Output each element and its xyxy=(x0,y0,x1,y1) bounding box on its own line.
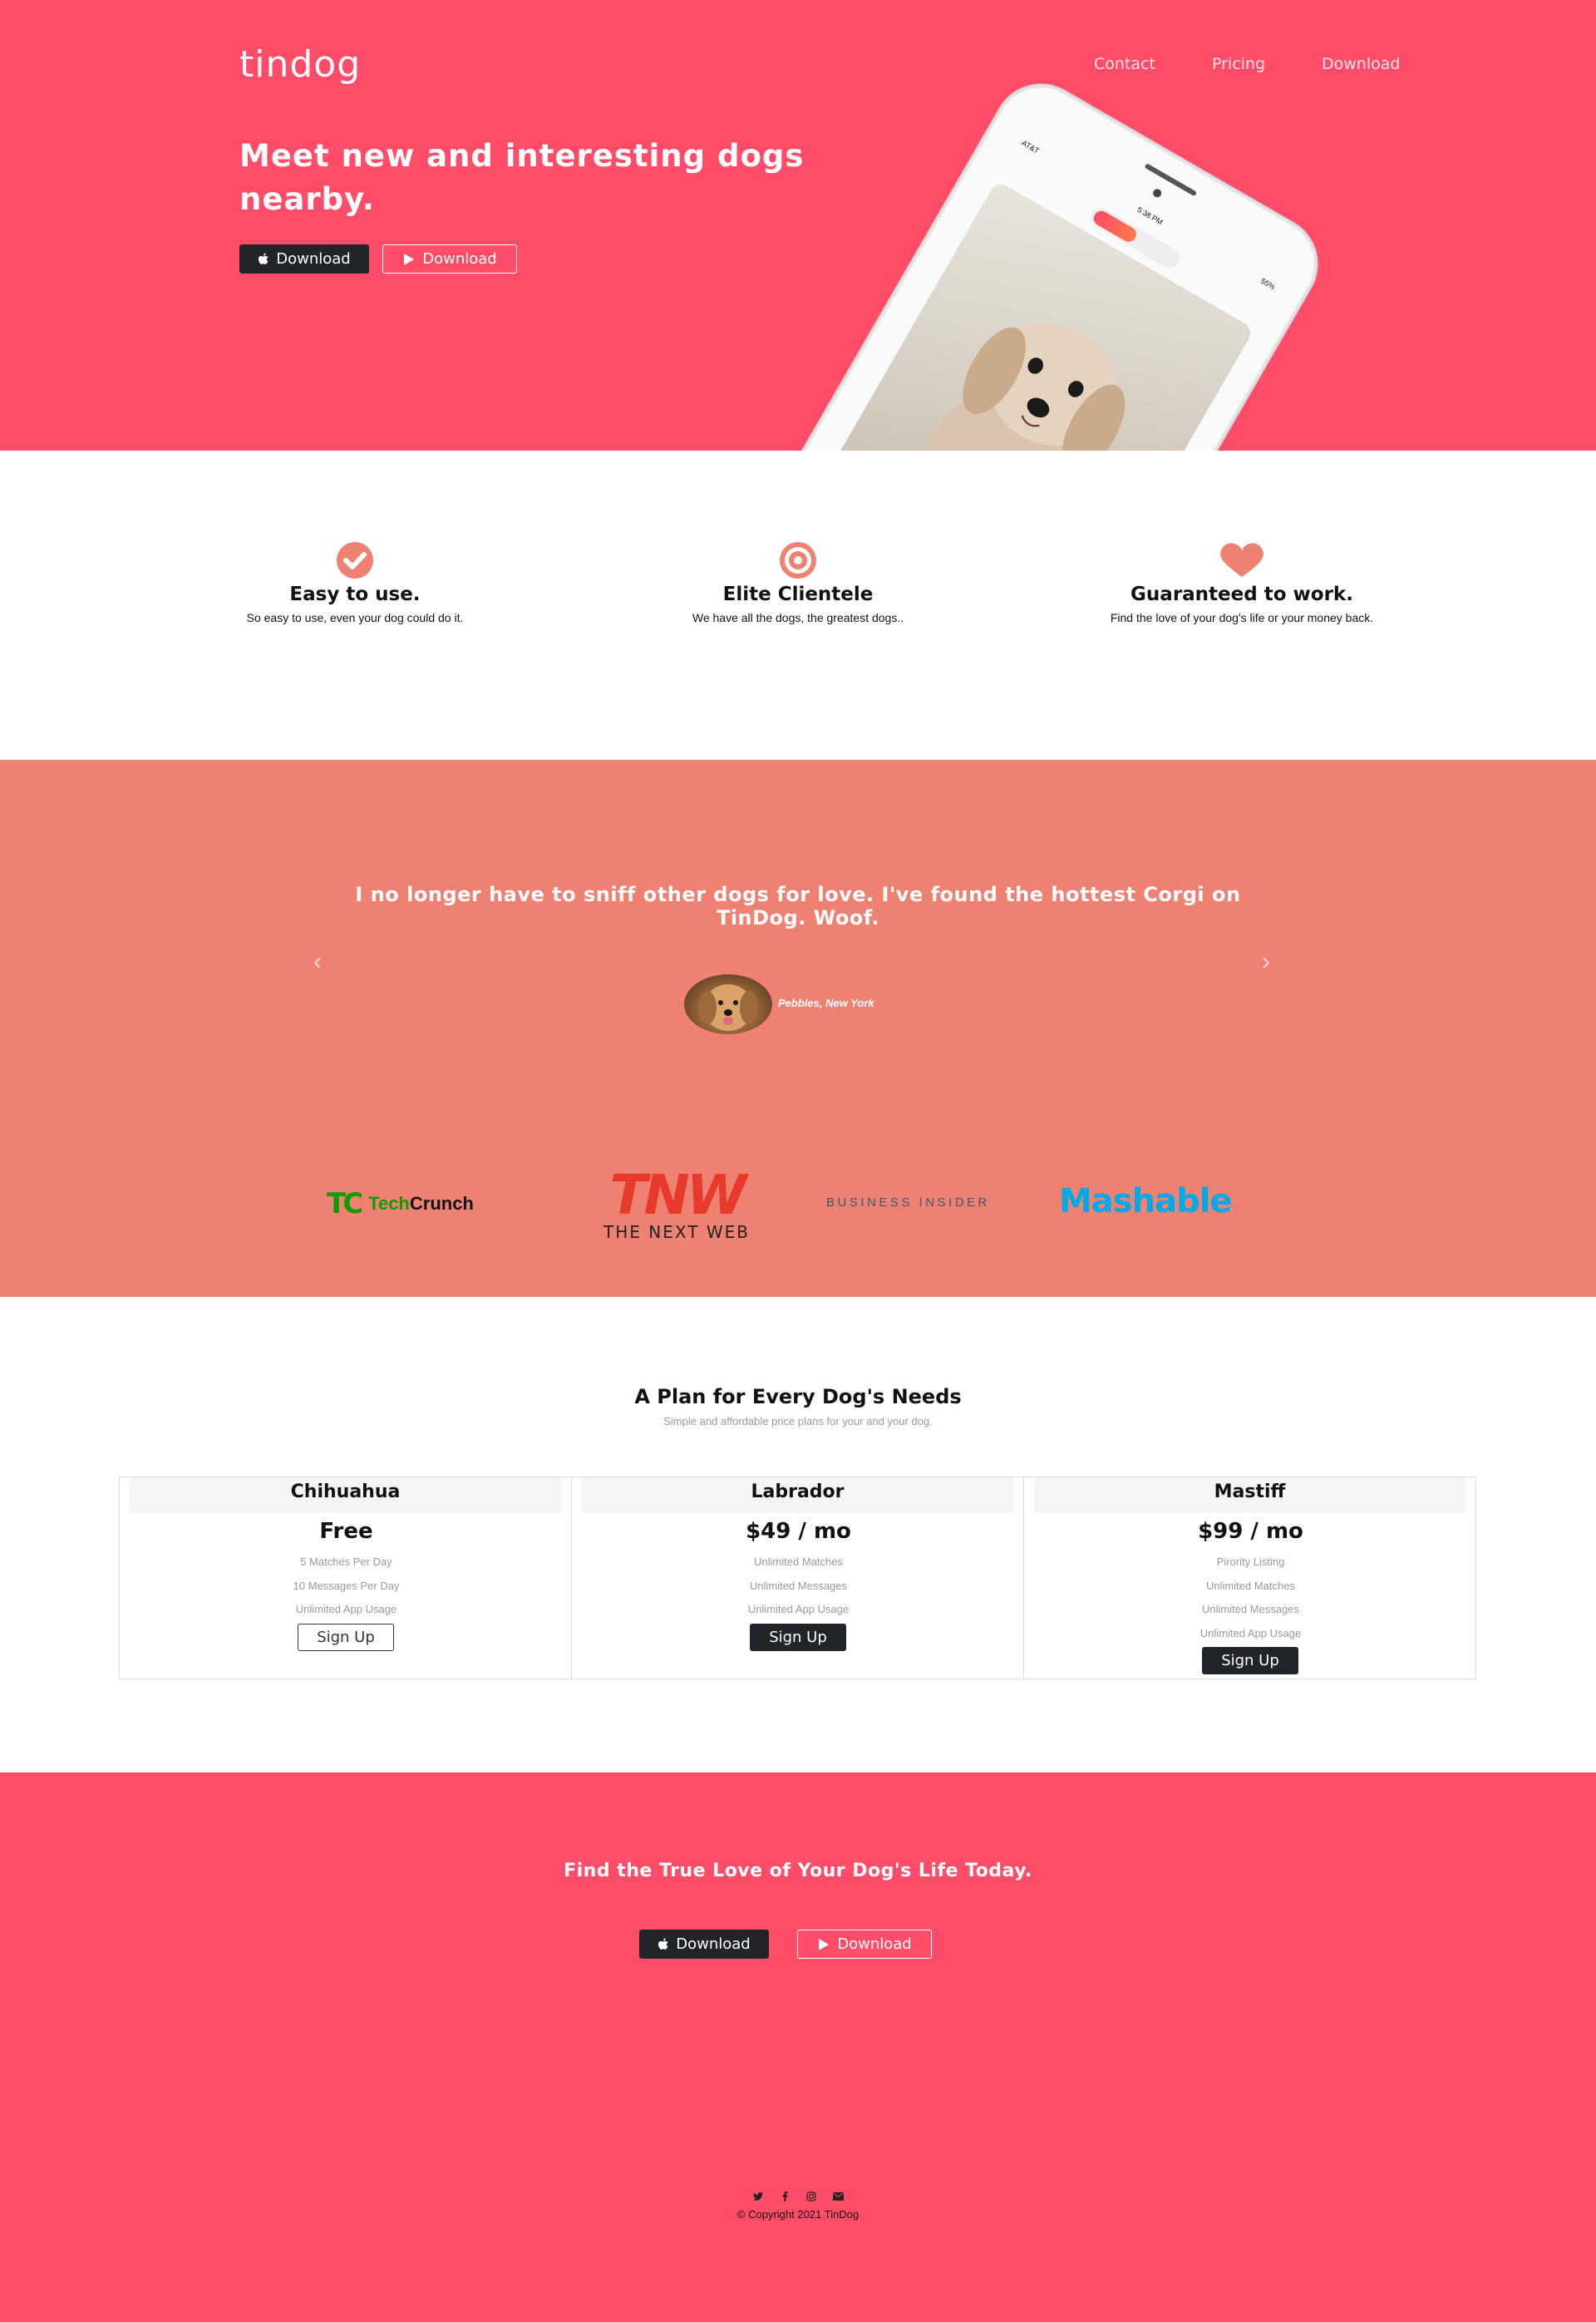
techcrunch-word-crunch: Crunch xyxy=(409,1193,474,1214)
heart-icon xyxy=(1220,543,1264,577)
brand-logo[interactable]: tindog xyxy=(239,43,361,86)
sign-up-button-chihuahua[interactable]: Sign Up xyxy=(298,1624,394,1651)
apple-download-button[interactable]: Download xyxy=(239,244,369,274)
twitter-icon[interactable] xyxy=(750,2190,766,2203)
apple-icon xyxy=(658,1937,668,1950)
mashable-logo: Mashable xyxy=(1059,1182,1233,1220)
tnw-logo: TNW THE NEXT WEB xyxy=(574,1163,780,1243)
plan-feature: Pirority Listing xyxy=(1216,1555,1285,1568)
nav-link-download[interactable]: Download xyxy=(1322,55,1400,73)
pricing-card-labrador: Labrador $49 / mo Unlimited Matches Unli… xyxy=(571,1477,1024,1679)
cta-title: Find the True Love of Your Dog's Life To… xyxy=(564,1861,1032,1881)
tnw-subtitle: THE NEXT WEB xyxy=(603,1222,750,1242)
cta-section: Find the True Love of Your Dog's Life To… xyxy=(0,1772,1596,2322)
plan-feature: Unlimited Matches xyxy=(754,1555,843,1568)
plan-features: Unlimited Matches Unlimited Messages Unl… xyxy=(572,1550,1025,1622)
plan-feature: 10 Messages Per Day xyxy=(293,1579,400,1592)
feature-title: Easy to use. xyxy=(289,584,421,605)
envelope-icon[interactable] xyxy=(830,2190,846,2203)
iphone-mockup: AT&T 5:38 PM 55% xyxy=(766,68,1334,451)
phone-camera xyxy=(1151,187,1163,200)
phone-time: 5:38 PM xyxy=(1135,205,1165,227)
testimonial-section: ‹ I no longer have to sniff other dogs f… xyxy=(0,760,1596,1297)
dog-avatar-image xyxy=(698,984,758,1031)
plan-features: 5 Matches Per Day 10 Messages Per Day Un… xyxy=(120,1550,573,1622)
plan-feature: Unlimited Messages xyxy=(1201,1603,1300,1615)
check-circle-icon xyxy=(337,542,373,579)
play-store-icon xyxy=(819,1938,830,1950)
features-section: Easy to use. So easy to use, even your d… xyxy=(0,451,1596,760)
testimonial-quote: I no longer have to sniff other dogs for… xyxy=(355,883,1241,929)
facebook-icon[interactable] xyxy=(776,2190,793,2203)
plan-feature: Unlimited App Usage xyxy=(747,1603,850,1615)
plan-name: Labrador xyxy=(582,1477,1013,1512)
plan-price: $99 / mo xyxy=(1198,1519,1303,1544)
business-insider-logo: BUSINESS INSIDER xyxy=(826,1196,990,1210)
dog-photo xyxy=(915,323,1126,451)
plan-feature: 5 Matches Per Day xyxy=(300,1555,392,1568)
techcrunch-word-tech: Tech xyxy=(368,1193,410,1214)
plan-price: Free xyxy=(319,1519,373,1544)
testimonial-avatar xyxy=(684,974,772,1034)
carousel-next-button[interactable]: › xyxy=(1262,948,1270,976)
apple-download-button[interactable]: Download xyxy=(639,1930,769,1959)
feature-title: Guaranteed to work. xyxy=(1130,584,1353,605)
plan-feature: Unlimited Matches xyxy=(1206,1579,1295,1592)
pricing-card-chihuahua: Chihuahua Free 5 Matches Per Day 10 Mess… xyxy=(119,1477,572,1679)
phone-battery: 55% xyxy=(1259,276,1277,292)
apple-icon xyxy=(259,252,268,264)
plan-name: Chihuahua xyxy=(130,1477,561,1512)
testimonial-author: Pebbles, New York xyxy=(778,997,874,1009)
apple-download-label: Download xyxy=(676,1935,751,1953)
plan-price: $49 / mo xyxy=(746,1519,851,1544)
title-section: tindog Contact Pricing Download Meet new… xyxy=(0,0,1596,451)
google-play-download-button[interactable]: Download xyxy=(382,244,517,274)
nav-link-pricing[interactable]: Pricing xyxy=(1212,55,1265,73)
tnw-mark: TNW xyxy=(609,1163,746,1227)
bullseye-icon xyxy=(780,542,816,579)
techcrunch-logo: TC TechCrunch xyxy=(327,1187,474,1220)
plan-feature: Unlimited App Usage xyxy=(1199,1626,1302,1639)
plan-feature: Unlimited Messages xyxy=(749,1579,848,1592)
pricing-title: A Plan for Every Dog's Needs xyxy=(634,1385,962,1408)
apple-download-label: Download xyxy=(276,250,351,268)
phone-carrier: AT&T xyxy=(1020,138,1041,155)
instagram-icon[interactable] xyxy=(803,2190,820,2203)
sign-up-button-mastiff[interactable]: Sign Up xyxy=(1202,1647,1298,1674)
feature-description: We have all the dogs, the greatest dogs.… xyxy=(692,611,904,624)
hero-title: Meet new and interesting dogs nearby. xyxy=(239,138,805,217)
pricing-subtitle: Simple and affordable price plans for yo… xyxy=(663,1415,933,1427)
plan-features: Pirority Listing Unlimited Matches Unlim… xyxy=(1024,1550,1477,1645)
sign-up-button-labrador[interactable]: Sign Up xyxy=(750,1624,846,1651)
google-play-download-label: Download xyxy=(837,1935,912,1953)
feature-description: So easy to use, even your dog could do i… xyxy=(246,611,464,624)
techcrunch-mark: TC xyxy=(327,1187,363,1220)
plan-feature: Unlimited App Usage xyxy=(295,1603,397,1615)
feature-title: Elite Clientele xyxy=(722,584,874,605)
feature-description: Find the love of your dog's life or your… xyxy=(1110,611,1374,624)
carousel-prev-button[interactable]: ‹ xyxy=(313,948,322,976)
pricing-section: A Plan for Every Dog's Needs Simple and … xyxy=(0,1297,1596,1772)
nav-link-contact[interactable]: Contact xyxy=(1094,55,1155,73)
pricing-card-mastiff: Mastiff $99 / mo Pirority Listing Unlimi… xyxy=(1023,1477,1476,1679)
copyright-text: © Copyright 2021 TinDog xyxy=(736,2208,860,2221)
play-store-icon xyxy=(404,253,415,265)
google-play-download-button[interactable]: Download xyxy=(797,1930,932,1959)
social-links xyxy=(0,2190,1596,2203)
google-play-download-label: Download xyxy=(422,250,497,268)
plan-name: Mastiff xyxy=(1034,1477,1465,1512)
